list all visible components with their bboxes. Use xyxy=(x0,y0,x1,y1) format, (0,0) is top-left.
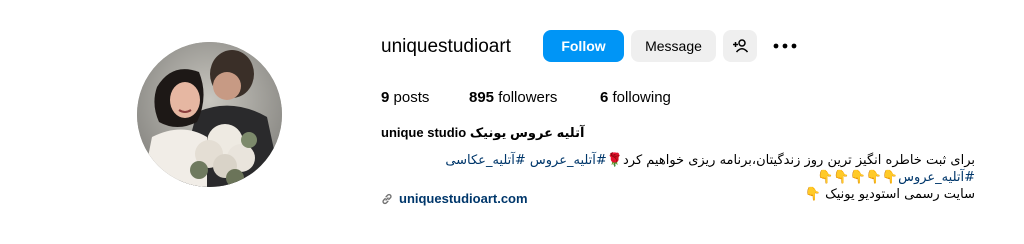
pointing-down-emoji: 👇👇👇👇👇 xyxy=(817,170,899,185)
following-count-value: 6 xyxy=(600,89,609,106)
bio-text: برای ثبت خاطره انگیز ترین روز زندگیتان،ب… xyxy=(623,153,975,168)
posts-count-value: 9 xyxy=(381,89,390,106)
posts-count: 9 posts xyxy=(381,89,429,107)
more-options-icon xyxy=(773,43,797,49)
hashtag-link[interactable]: #آتلیه_عروس xyxy=(530,153,607,168)
more-options-button[interactable] xyxy=(768,30,802,62)
add-person-icon xyxy=(733,39,748,53)
hashtag-link[interactable]: #آتلیه_عروس xyxy=(898,170,975,185)
bio-text: سایت رسمی استودیو یونیک xyxy=(825,187,975,202)
following-count-label: following xyxy=(612,89,671,106)
bio-line-1: برای ثبت خاطره انگیز ترین روز زندگیتان،ب… xyxy=(375,152,975,186)
following-link[interactable]: 6 following xyxy=(600,89,671,107)
profile-header: uniquestudioart Follow Message 9 posts 8… xyxy=(0,0,1024,244)
website-link-text: uniquestudioart.com xyxy=(399,191,528,206)
profile-full-name: unique studio آتلیه عروس یونیک xyxy=(381,125,585,140)
pointing-down-emoji: 👇 xyxy=(804,187,821,202)
follow-button[interactable]: Follow xyxy=(543,30,624,62)
link-icon xyxy=(382,193,392,204)
hashtag-link[interactable]: #آتلیه_عکاسی xyxy=(445,153,525,168)
followers-count-value: 895 xyxy=(469,89,495,106)
rose-emoji: 🌹 xyxy=(606,153,623,168)
avatar-photo xyxy=(137,42,282,187)
profile-username[interactable]: uniquestudioart xyxy=(381,36,511,58)
followers-count-label: followers xyxy=(498,89,558,106)
followers-link[interactable]: 895 followers xyxy=(469,89,557,107)
posts-count-label: posts xyxy=(393,89,430,106)
profile-avatar[interactable] xyxy=(137,42,282,187)
message-button[interactable]: Message xyxy=(631,30,716,62)
website-link[interactable]: uniquestudioart.com xyxy=(381,191,528,206)
suggest-accounts-button[interactable] xyxy=(723,30,757,62)
